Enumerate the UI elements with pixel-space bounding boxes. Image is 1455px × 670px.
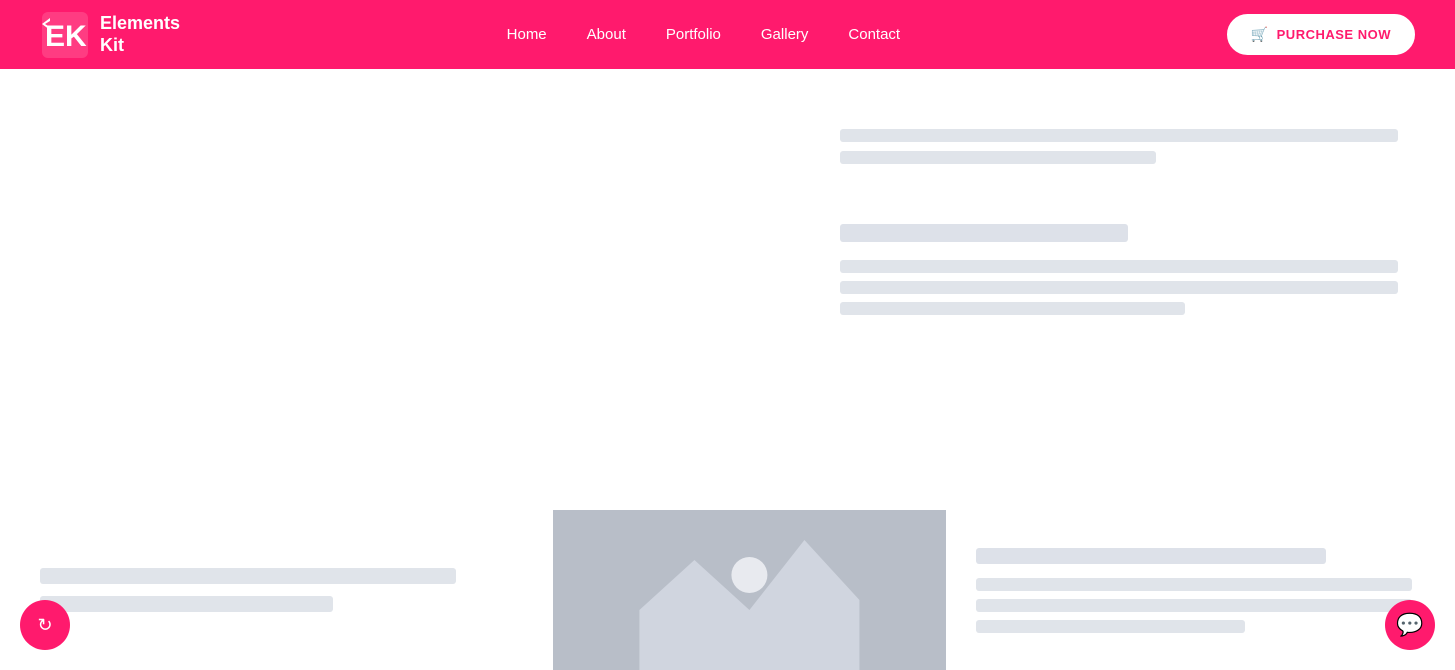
bottom-left-text [0, 510, 553, 670]
nav-item-home[interactable]: Home [507, 26, 547, 44]
bottom-right-line-3 [976, 620, 1246, 633]
bottom-skeleton-line-1 [40, 568, 456, 584]
chat-button[interactable]: 💬 [1385, 600, 1435, 650]
skeleton-line-3 [840, 260, 1398, 273]
nav-item-about[interactable]: About [587, 26, 626, 44]
skeleton-title [840, 224, 1127, 242]
bottom-right-line-2 [976, 599, 1412, 612]
placeholder-svg [553, 510, 946, 670]
nav-item-portfolio[interactable]: Portfolio [666, 26, 721, 44]
chat-icon: 💬 [1396, 612, 1423, 638]
logo[interactable]: E K Elements Kit [40, 10, 180, 60]
skeleton-line-2 [840, 151, 1156, 164]
nav-item-gallery[interactable]: Gallery [761, 26, 809, 44]
nav-links: Home About Portfolio Gallery Contact [507, 26, 900, 44]
refresh-button[interactable]: ↻ [20, 600, 70, 650]
mid-skeleton-block [840, 224, 1415, 315]
purchase-button[interactable]: 🛒 PURCHASE NOW [1227, 14, 1415, 55]
nav-item-contact[interactable]: Contact [848, 26, 900, 44]
logo-text: Elements Kit [100, 13, 180, 56]
bottom-right-title [976, 548, 1326, 564]
svg-text:K: K [65, 20, 87, 53]
bottom-right-line-1 [976, 578, 1412, 591]
bottom-row [0, 510, 1455, 670]
bottom-right-text [946, 510, 1455, 670]
mid-skeleton-lines [840, 260, 1415, 315]
skeleton-line-5 [840, 302, 1185, 315]
image-placeholder [553, 510, 946, 670]
refresh-icon: ↻ [37, 615, 52, 636]
logo-icon: E K [40, 10, 90, 60]
navbar: E K Elements Kit Home About Portfolio Ga… [0, 0, 1455, 69]
skeleton-line-4 [840, 281, 1398, 294]
skeleton-line-1 [840, 129, 1398, 142]
bottom-skeleton-line-2 [40, 596, 333, 612]
cart-icon: 🛒 [1251, 26, 1269, 43]
svg-text:E: E [45, 20, 65, 53]
top-skeleton-block [840, 129, 1415, 164]
